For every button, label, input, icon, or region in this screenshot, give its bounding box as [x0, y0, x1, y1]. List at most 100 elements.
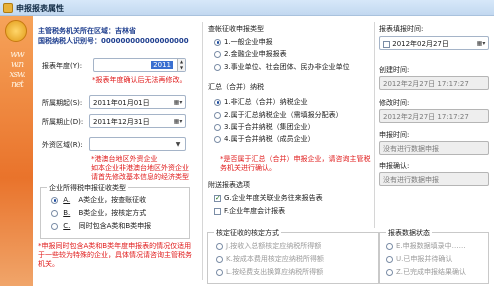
summary-option-2[interactable]: 2.属于汇总纳税企业（需填报分配表） [214, 110, 343, 120]
modify-time-field: 2012年2月27日 17:17:27 [379, 109, 489, 123]
region-note: *港澳台地区外资企业 如本企业非港澳台地区外资企业 请首先修改基本信息的经济类型 [91, 155, 189, 181]
option-label: 2.金融企业申报报表 [224, 50, 287, 58]
type-option-2[interactable]: 2.金融企业申报报表 [214, 49, 287, 59]
verify-option-k[interactable]: K.按成本费用核定应纳税所得额 [216, 254, 324, 264]
radio-icon[interactable] [214, 111, 221, 119]
year-spinner[interactable]: 2011 ▲ ▼ [93, 58, 186, 72]
confirm-label: 申报确认: [379, 162, 410, 170]
modify-time-label: 修改时间: [379, 99, 410, 107]
verify-method-title: 核定征收的核定方式 [214, 228, 281, 238]
status-option-u[interactable]: U.已申报并待确认 [386, 254, 452, 264]
fill-date-row: 2012年02月27日 [383, 39, 449, 49]
taxpayer-id-text: 国税纳税人识别号：000000000000000000 [38, 37, 189, 45]
declare-time-value: 没有进行数据申报 [383, 145, 439, 153]
divider [202, 22, 203, 280]
data-status-group: 报表数据状态 E.申报数据填录中…… U.已申报并待确认 Z.已完成申报结果确认 [379, 228, 489, 284]
fill-date-picker[interactable]: 2012年02月27日 ▦▾ [379, 36, 489, 50]
create-time-value: 2012年2月27日 17:17:27 [383, 80, 469, 88]
verify-option-j[interactable]: J.按收入总额核定应纳税所得额 [216, 241, 321, 251]
option-label: G.企业年度关联业务往来报告表 [224, 194, 323, 202]
summary-option-1[interactable]: 1.非汇总（合并）纳税企业 [214, 97, 308, 107]
chevron-down-icon[interactable]: ▼ [173, 140, 183, 149]
radio-icon[interactable] [214, 98, 221, 106]
divider [374, 22, 375, 228]
radio-icon[interactable] [214, 38, 221, 46]
type-option-3[interactable]: 3.事业单位、社会团体、民办非企业单位 [214, 62, 350, 72]
option-label: F.企业年度会计报表 [224, 207, 286, 215]
option-key: A. [63, 196, 71, 204]
district-text: 主管税务机关所在区域：吉林省 [38, 27, 136, 35]
calendar-dropdown-icon[interactable]: ▦▾ [173, 98, 183, 107]
modify-time-value: 2012年2月27日 17:17:27 [383, 113, 469, 121]
summary-note: *是否属于汇总（合并）申报企业，请咨询主管税务机关进行确认。 [220, 155, 371, 172]
option-key: B. [63, 209, 71, 217]
income-option-b[interactable]: B. B类企业，按核定方式 [51, 208, 146, 218]
collection-type-title: 查帐征收申报类型 [208, 25, 264, 33]
year-spin-buttons[interactable]: ▲ ▼ [177, 59, 185, 71]
option-label: 1.一般企业申报 [224, 38, 273, 46]
income-type-title: 企业所得税申报征收类型 [47, 183, 128, 193]
create-time-field: 2012年2月27日 17:17:27 [379, 76, 489, 90]
radio-icon[interactable] [216, 255, 223, 263]
radio-icon[interactable] [386, 242, 393, 250]
attach-title: 附送报表选项 [208, 181, 250, 189]
summary-option-4[interactable]: 4.属于合并纳税（成员企业） [214, 134, 315, 144]
fill-date-value: 2012年02月27日 [392, 40, 449, 48]
end-date-label: 所属期止(D): [42, 118, 84, 126]
attach-option-g[interactable]: G.企业年度关联业务往来报告表 [214, 193, 323, 203]
status-option-z[interactable]: Z.已完成申报结果确认 [386, 267, 466, 277]
calendar-dropdown-icon[interactable]: ▦▾ [173, 117, 183, 126]
status-option-e[interactable]: E.申报数据填录中…… [386, 241, 466, 251]
verify-option-l[interactable]: L.按经费支出换算应纳税所得额 [216, 267, 323, 277]
window-title: 申报报表属性 [16, 4, 64, 13]
option-label: 4.属于合并纳税（成员企业） [224, 135, 315, 143]
start-date-value: 2011年01月01日 [93, 99, 150, 107]
radio-icon[interactable] [386, 268, 393, 276]
radio-icon[interactable] [216, 268, 223, 276]
option-label: 同时包含A类和B类申报 [78, 222, 152, 230]
banner-text: www.nxsw.net [9, 50, 25, 90]
start-date-label: 所属期起(S): [42, 99, 83, 107]
attach-option-f[interactable]: F.企业年度会计报表 [214, 206, 285, 216]
radio-icon[interactable] [386, 255, 393, 263]
radio-icon[interactable] [51, 196, 58, 204]
option-label: J.按收入总额核定应纳税所得额 [226, 242, 322, 250]
calendar-dropdown-icon[interactable]: ▦▾ [476, 39, 486, 48]
year-note: *报表年度确认后无法再修改。 [92, 76, 187, 84]
option-label: 3.事业单位、社会团体、民办非企业单位 [224, 63, 350, 71]
region-select[interactable]: ▼ [89, 137, 186, 151]
verify-method-group: 核定征收的核定方式 J.按收入总额核定应纳税所得额 K.按成本费用核定应纳税所得… [207, 228, 379, 284]
option-label: U.已申报并待确认 [396, 255, 453, 263]
radio-icon[interactable] [216, 242, 223, 250]
end-date-picker[interactable]: 2011年12月31日 ▦▾ [89, 114, 186, 128]
end-date-value: 2011年12月31日 [93, 118, 150, 126]
option-label: 3.属于合并纳税（集团企业） [224, 123, 315, 131]
bottom-note: *申报同时包含A类和B类年度申报表的情况仅适用于一些较为特殊的企业，具体情况请咨… [38, 242, 192, 268]
option-label: 2.属于汇总纳税企业（需填报分配表） [224, 111, 343, 119]
radio-icon[interactable] [51, 209, 58, 217]
radio-icon[interactable] [214, 63, 221, 71]
option-label: K.按成本费用核定应纳税所得额 [226, 255, 324, 263]
create-time-label: 创建时间: [379, 66, 410, 74]
radio-icon[interactable] [214, 50, 221, 58]
option-label: A类企业，按查账征收 [78, 196, 147, 204]
checkbox-icon[interactable] [383, 40, 390, 48]
radio-icon[interactable] [214, 123, 221, 131]
start-date-picker[interactable]: 2011年01月01日 ▦▾ [89, 95, 186, 109]
income-option-a[interactable]: A. A类企业，按查账征收 [51, 195, 146, 205]
option-label: L.按经费支出换算应纳税所得额 [226, 268, 324, 276]
radio-icon[interactable] [214, 135, 221, 143]
declare-time-field: 没有进行数据申报 [379, 141, 489, 155]
radio-icon[interactable] [51, 222, 58, 230]
confirm-field: 没有进行数据申报 [379, 172, 489, 186]
type-option-1[interactable]: 1.一般企业申报 [214, 37, 273, 47]
checkbox-icon[interactable] [214, 193, 221, 203]
tax-seal-icon [5, 20, 27, 42]
income-type-group: 企业所得税申报征收类型 A. A类企业，按查账征收 B. B类企业，按核定方式 … [40, 183, 190, 239]
checkbox-icon[interactable] [214, 207, 221, 215]
option-label: E.申报数据填录中…… [396, 242, 466, 250]
summary-option-3[interactable]: 3.属于合并纳税（集团企业） [214, 122, 315, 132]
fill-date-label: 报表填报时间: [379, 25, 424, 33]
income-option-c[interactable]: C. 同时包含A类和B类申报 [51, 221, 151, 231]
summary-title: 汇总（合并）纳税 [208, 83, 264, 91]
